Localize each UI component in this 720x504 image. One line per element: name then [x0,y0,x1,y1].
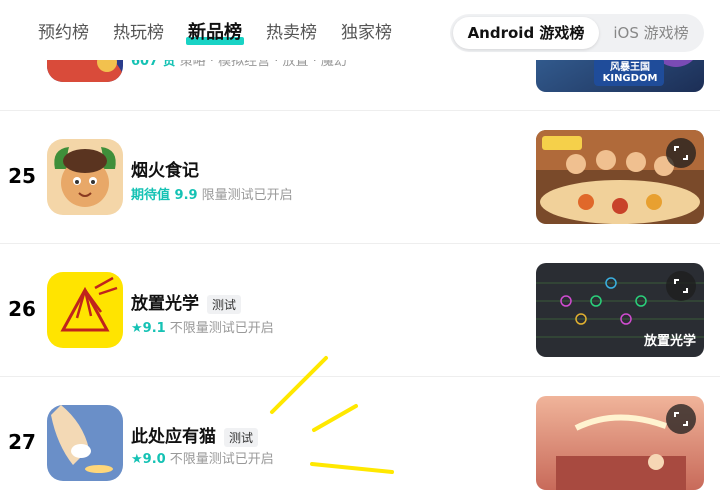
app-name[interactable]: 烟火食记 [131,156,199,181]
app-name-text[interactable]: 放置光学 [131,294,199,314]
thumb-title: 放置光学 [643,334,696,349]
game-screenshot[interactable] [536,396,704,490]
app-icon[interactable] [47,272,123,348]
thumb-logo-text: 风暴王国 KINGDOM [602,62,658,84]
app-name[interactable]: 此处应有猫 测试 [131,422,259,447]
tab-hot-play[interactable]: 热玩榜 [113,20,164,46]
ranking-tabs: 预约榜 热玩榜 新品榜 热卖榜 独家榜 [38,20,392,46]
ios-ranking-button[interactable]: iOS 游戏榜 [602,17,700,49]
tab-reservation[interactable]: 预约榜 [38,20,89,46]
expand-icon[interactable] [666,271,696,301]
app-name-text[interactable]: 此处应有猫 [131,427,216,447]
app-meta: 期待值 9.9 限量测试已开启 [131,188,293,203]
rank-number: 26 [8,297,36,321]
game-screenshot[interactable] [536,130,704,224]
test-badge: 测试 [207,294,242,314]
rank-number: 27 [8,430,36,454]
expand-icon[interactable] [666,138,696,168]
android-ranking-button[interactable]: Android 游戏榜 [453,17,599,49]
tab-best-selling[interactable]: 热卖榜 [266,20,317,46]
app-name[interactable]: 放置光学 测试 [131,289,242,314]
rank-number: 25 [8,164,36,188]
tab-new-games[interactable]: 新品榜 [186,20,244,46]
platform-switch: Android 游戏榜 iOS 游戏榜 [450,14,704,52]
app-meta: ★9.0 不限量测试已开启 [131,452,274,467]
list-item[interactable]: 25 烟火食记 期待值 9.9 限量测试已开启 [0,111,720,243]
test-badge: 测试 [224,427,259,447]
app-meta: ★9.1 不限量测试已开启 [131,321,274,336]
app-icon[interactable] [47,405,123,481]
tab-exclusive[interactable]: 独家榜 [341,20,392,46]
expand-icon[interactable] [666,404,696,434]
app-icon[interactable] [47,139,123,215]
list-item[interactable]: 27 此处应有猫 测试 ★9.0 不限量测试已开启 [0,377,720,504]
game-screenshot[interactable]: 放置光学 [536,263,704,357]
list-item[interactable]: 26 放置光学 测试 ★9.1 不限量测试已开启 放置光学 [0,244,720,376]
top-bar: 预约榜 热玩榜 新品榜 热卖榜 独家榜 Android 游戏榜 iOS 游戏榜 [0,0,720,60]
